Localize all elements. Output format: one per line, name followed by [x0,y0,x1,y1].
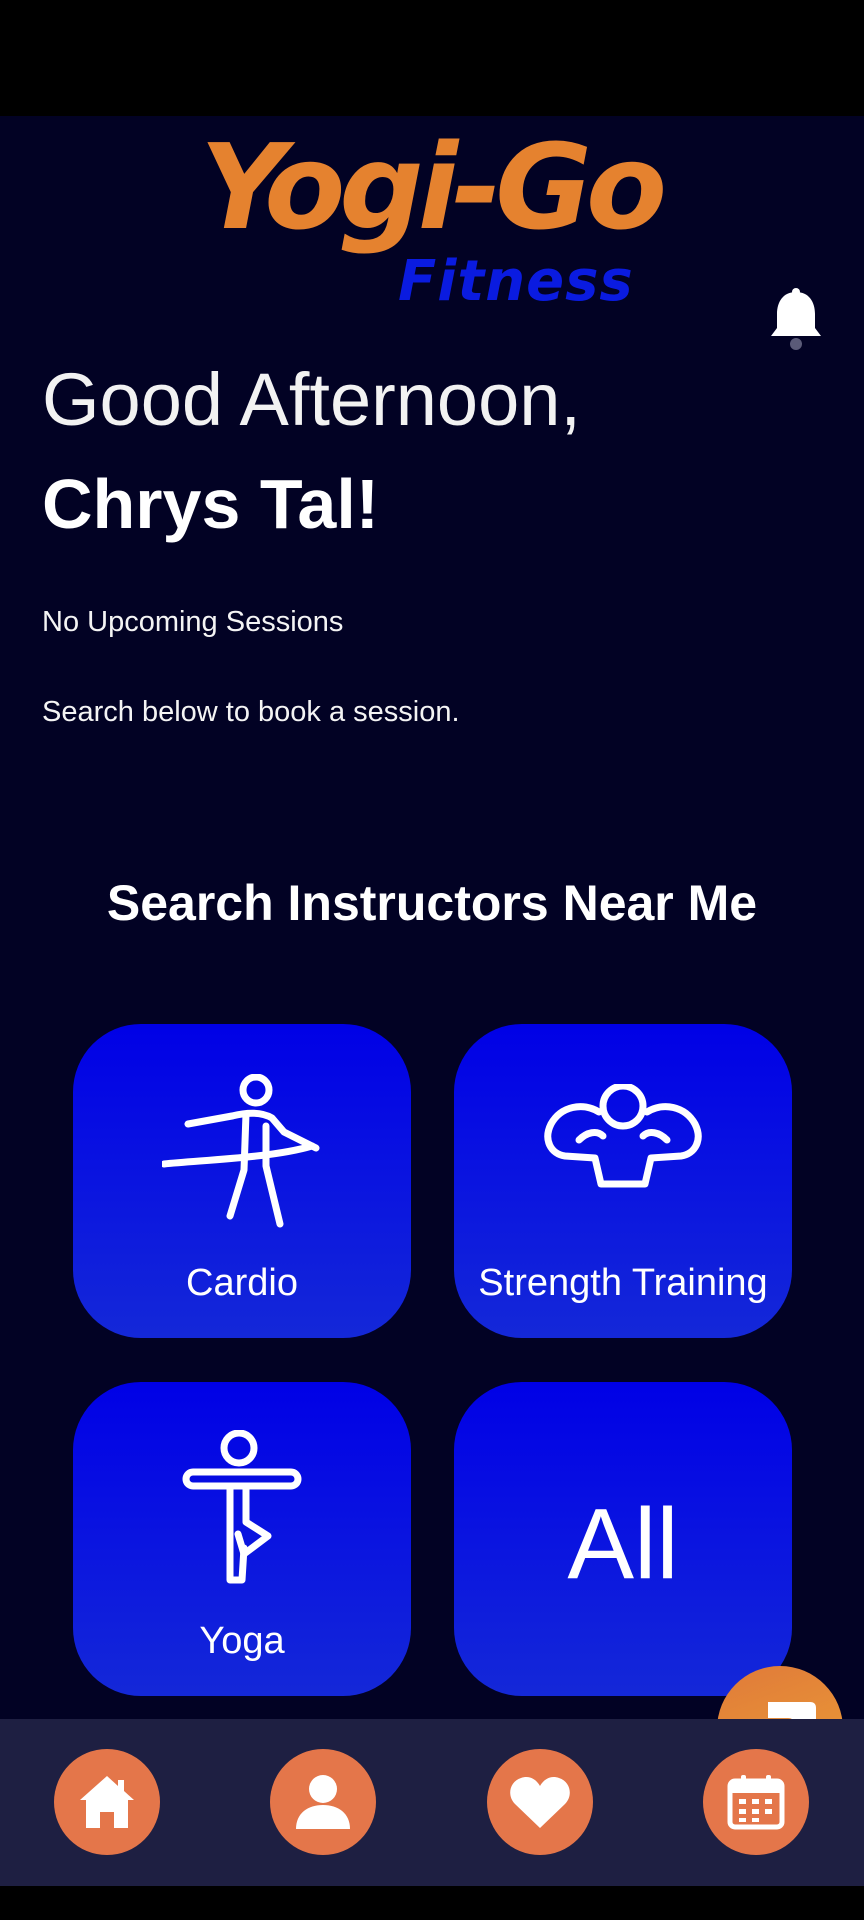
notification-bell-icon[interactable] [768,288,824,352]
category-label: Cardio [186,1262,298,1304]
calendar-icon [727,1775,785,1830]
muscle-flex-icon [544,1084,702,1188]
home-screen: Yogi-Go Fitness Good Afternoon, Chrys Ta… [0,116,864,1792]
upcoming-sessions-status: No Upcoming Sessions [42,606,344,638]
app-logo: Yogi-Go Fitness [190,128,680,318]
user-name: Chrys Tal! [42,465,380,543]
logo-wordmark: Yogi-Go [200,118,667,256]
category-tile-all[interactable]: All [454,1382,792,1696]
nav-favorites-button[interactable] [487,1749,593,1855]
category-tile-strength-training[interactable]: Strength Training [454,1024,792,1338]
category-tile-cardio[interactable]: Cardio [73,1024,411,1338]
greeting-text: Good Afternoon, [42,358,581,441]
category-label: Strength Training [478,1262,768,1304]
category-label: All [567,1488,679,1600]
search-hint: Search below to book a session. [42,696,460,728]
category-tile-yoga[interactable]: Yoga [73,1382,411,1696]
status-bar [0,0,864,116]
category-label: Yoga [199,1620,285,1662]
home-icon [80,1776,134,1828]
yoga-pose-icon [182,1430,302,1584]
nav-calendar-button[interactable] [703,1749,809,1855]
system-navigation-bar [0,1886,864,1920]
logo-subtitle: Fitness [398,249,634,314]
nav-profile-button[interactable] [270,1749,376,1855]
profile-icon [296,1775,350,1829]
search-heading: Search Instructors Near Me [106,875,758,931]
heart-icon [510,1776,570,1828]
nav-home-button[interactable] [54,1749,160,1855]
cardio-runner-icon [162,1074,320,1228]
bottom-navigation [0,1719,864,1886]
